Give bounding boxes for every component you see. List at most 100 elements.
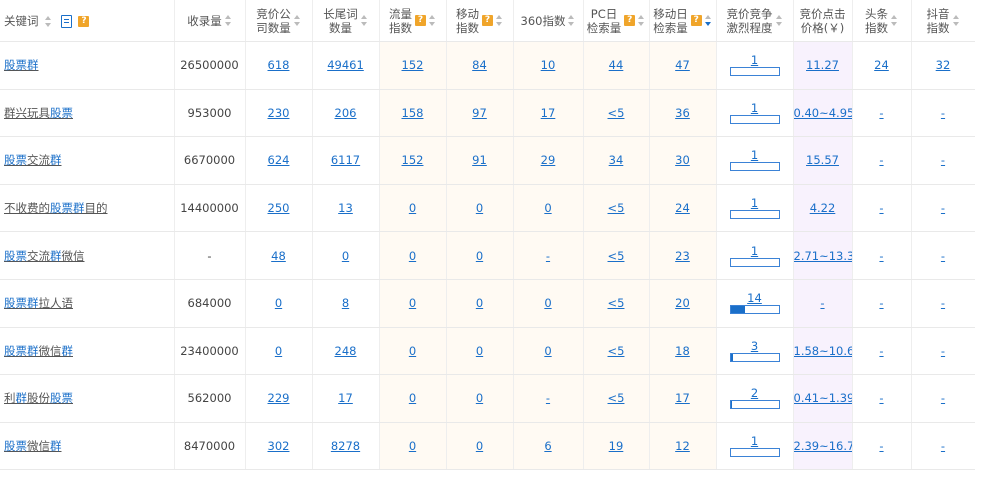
bid-companies-link[interactable]: 618 xyxy=(268,58,290,72)
mobile-index-cell[interactable]: 84 xyxy=(446,41,514,90)
360-index-cell[interactable]: 0 xyxy=(513,279,584,328)
competition-cell[interactable]: 1 xyxy=(716,89,794,138)
pc-search-cell[interactable]: <5 xyxy=(583,231,650,280)
header-360[interactable]: 360指数 xyxy=(513,0,584,42)
sort-icon[interactable] xyxy=(224,15,232,26)
header-competition[interactable]: 竞价竞争 激烈程度 xyxy=(716,0,794,42)
douyin-cell[interactable]: - xyxy=(911,136,976,185)
keyword-cell[interactable]: 群兴玩具股票 xyxy=(0,89,175,138)
toutiao-cell[interactable]: - xyxy=(852,327,912,376)
toutiao-cell[interactable]: - xyxy=(852,422,912,471)
mobile-search-cell[interactable]: 24 xyxy=(649,184,717,233)
keyword-link[interactable]: 群兴玩具股票 xyxy=(4,106,73,120)
douyin-link[interactable]: - xyxy=(941,391,945,405)
douyin-cell[interactable]: - xyxy=(911,231,976,280)
mobile-search-link[interactable]: 30 xyxy=(675,153,690,167)
competition-value[interactable]: 14 xyxy=(747,292,762,304)
toutiao-cell[interactable]: - xyxy=(852,279,912,328)
douyin-cell[interactable]: - xyxy=(911,184,976,233)
header-toutiao[interactable]: 头条 指数 xyxy=(852,0,912,42)
douyin-link[interactable]: - xyxy=(941,344,945,358)
keyword-link[interactable]: 股票群拉人语 xyxy=(4,296,73,310)
mobile-index-cell[interactable]: 0 xyxy=(446,422,514,471)
mobile-index-cell[interactable]: 0 xyxy=(446,279,514,328)
cpc-link[interactable]: 11.27 xyxy=(806,58,839,72)
pc-search-link[interactable]: <5 xyxy=(608,249,625,263)
keyword-cell[interactable]: 股票交流群微信 xyxy=(0,231,175,280)
longtail-cell[interactable]: 8278 xyxy=(312,422,380,471)
douyin-link[interactable]: - xyxy=(941,201,945,215)
bid-companies-cell[interactable]: 624 xyxy=(245,136,313,185)
sort-icon[interactable] xyxy=(496,15,503,26)
pc-search-cell[interactable]: 34 xyxy=(583,136,650,185)
mobile-index-cell[interactable]: 91 xyxy=(446,136,514,185)
mobile-index-link[interactable]: 0 xyxy=(476,391,483,405)
traffic-cell[interactable]: 0 xyxy=(379,374,447,423)
bid-companies-cell[interactable]: 250 xyxy=(245,184,313,233)
mobile-search-cell[interactable]: 30 xyxy=(649,136,717,185)
keyword-cell[interactable]: 利群股份股票 xyxy=(0,374,175,423)
cpc-cell[interactable]: - xyxy=(793,279,853,328)
pc-search-link[interactable]: <5 xyxy=(608,296,625,310)
header-pc-search[interactable]: PC日 检索量? xyxy=(583,0,650,42)
douyin-cell[interactable]: - xyxy=(911,374,976,423)
cpc-link[interactable]: 2.71~13.35 xyxy=(794,249,852,263)
mobile-index-cell[interactable]: 0 xyxy=(446,374,514,423)
cpc-cell[interactable]: 1.58~10.64 xyxy=(793,327,853,376)
mobile-search-link[interactable]: 17 xyxy=(675,391,690,405)
mobile-index-cell[interactable]: 0 xyxy=(446,231,514,280)
cpc-link[interactable]: - xyxy=(820,296,824,310)
pc-search-cell[interactable]: 19 xyxy=(583,422,650,471)
toutiao-cell[interactable]: - xyxy=(852,231,912,280)
360-index-link[interactable]: 6 xyxy=(544,439,551,453)
mobile-search-cell[interactable]: 23 xyxy=(649,231,717,280)
bid-companies-link[interactable]: 624 xyxy=(268,153,290,167)
pc-search-link[interactable]: 44 xyxy=(609,58,624,72)
360-index-link[interactable]: 29 xyxy=(541,153,556,167)
sort-icon[interactable] xyxy=(429,15,436,26)
traffic-cell[interactable]: 0 xyxy=(379,327,447,376)
douyin-cell[interactable]: - xyxy=(911,89,976,138)
360-index-link[interactable]: 0 xyxy=(544,201,551,215)
360-index-link[interactable]: - xyxy=(546,249,550,263)
traffic-cell[interactable]: 152 xyxy=(379,41,447,90)
longtail-cell[interactable]: 6117 xyxy=(312,136,380,185)
competition-cell[interactable]: 1 xyxy=(716,41,794,90)
douyin-link[interactable]: - xyxy=(941,153,945,167)
help-icon[interactable]: ? xyxy=(482,15,493,26)
360-index-link[interactable]: 10 xyxy=(541,58,556,72)
traffic-cell[interactable]: 152 xyxy=(379,136,447,185)
toutiao-cell[interactable]: - xyxy=(852,184,912,233)
360-index-link[interactable]: 0 xyxy=(544,344,551,358)
bid-companies-cell[interactable]: 229 xyxy=(245,374,313,423)
sort-icon[interactable] xyxy=(891,15,898,26)
douyin-cell[interactable]: 32 xyxy=(911,41,976,90)
cpc-cell[interactable]: 15.57 xyxy=(793,136,853,185)
360-index-cell[interactable]: - xyxy=(513,231,584,280)
pc-search-cell[interactable]: <5 xyxy=(583,184,650,233)
sort-icon[interactable] xyxy=(704,15,712,26)
bid-companies-link[interactable]: 229 xyxy=(268,391,290,405)
longtail-cell[interactable]: 49461 xyxy=(312,41,380,90)
traffic-link[interactable]: 0 xyxy=(409,296,416,310)
longtail-link[interactable]: 248 xyxy=(335,344,357,358)
traffic-link[interactable]: 0 xyxy=(409,391,416,405)
toutiao-link[interactable]: 24 xyxy=(874,58,889,72)
mobile-index-link[interactable]: 97 xyxy=(472,106,487,120)
pc-search-cell[interactable]: <5 xyxy=(583,89,650,138)
competition-cell[interactable]: 1 xyxy=(716,184,794,233)
360-index-cell[interactable]: 0 xyxy=(513,184,584,233)
mobile-index-cell[interactable]: 97 xyxy=(446,89,514,138)
traffic-link[interactable]: 0 xyxy=(409,249,416,263)
cpc-link[interactable]: 0.41~1.39 xyxy=(794,391,852,405)
bid-companies-link[interactable]: 48 xyxy=(271,249,286,263)
competition-cell[interactable]: 3 xyxy=(716,327,794,376)
toutiao-link[interactable]: - xyxy=(879,344,883,358)
360-index-cell[interactable]: - xyxy=(513,374,584,423)
douyin-link[interactable]: 32 xyxy=(936,58,951,72)
competition-cell[interactable]: 2 xyxy=(716,374,794,423)
pc-search-link[interactable]: <5 xyxy=(608,201,625,215)
cpc-link[interactable]: 0.40~4.95 xyxy=(794,106,852,120)
competition-cell[interactable]: 1 xyxy=(716,422,794,471)
competition-cell[interactable]: 14 xyxy=(716,279,794,328)
